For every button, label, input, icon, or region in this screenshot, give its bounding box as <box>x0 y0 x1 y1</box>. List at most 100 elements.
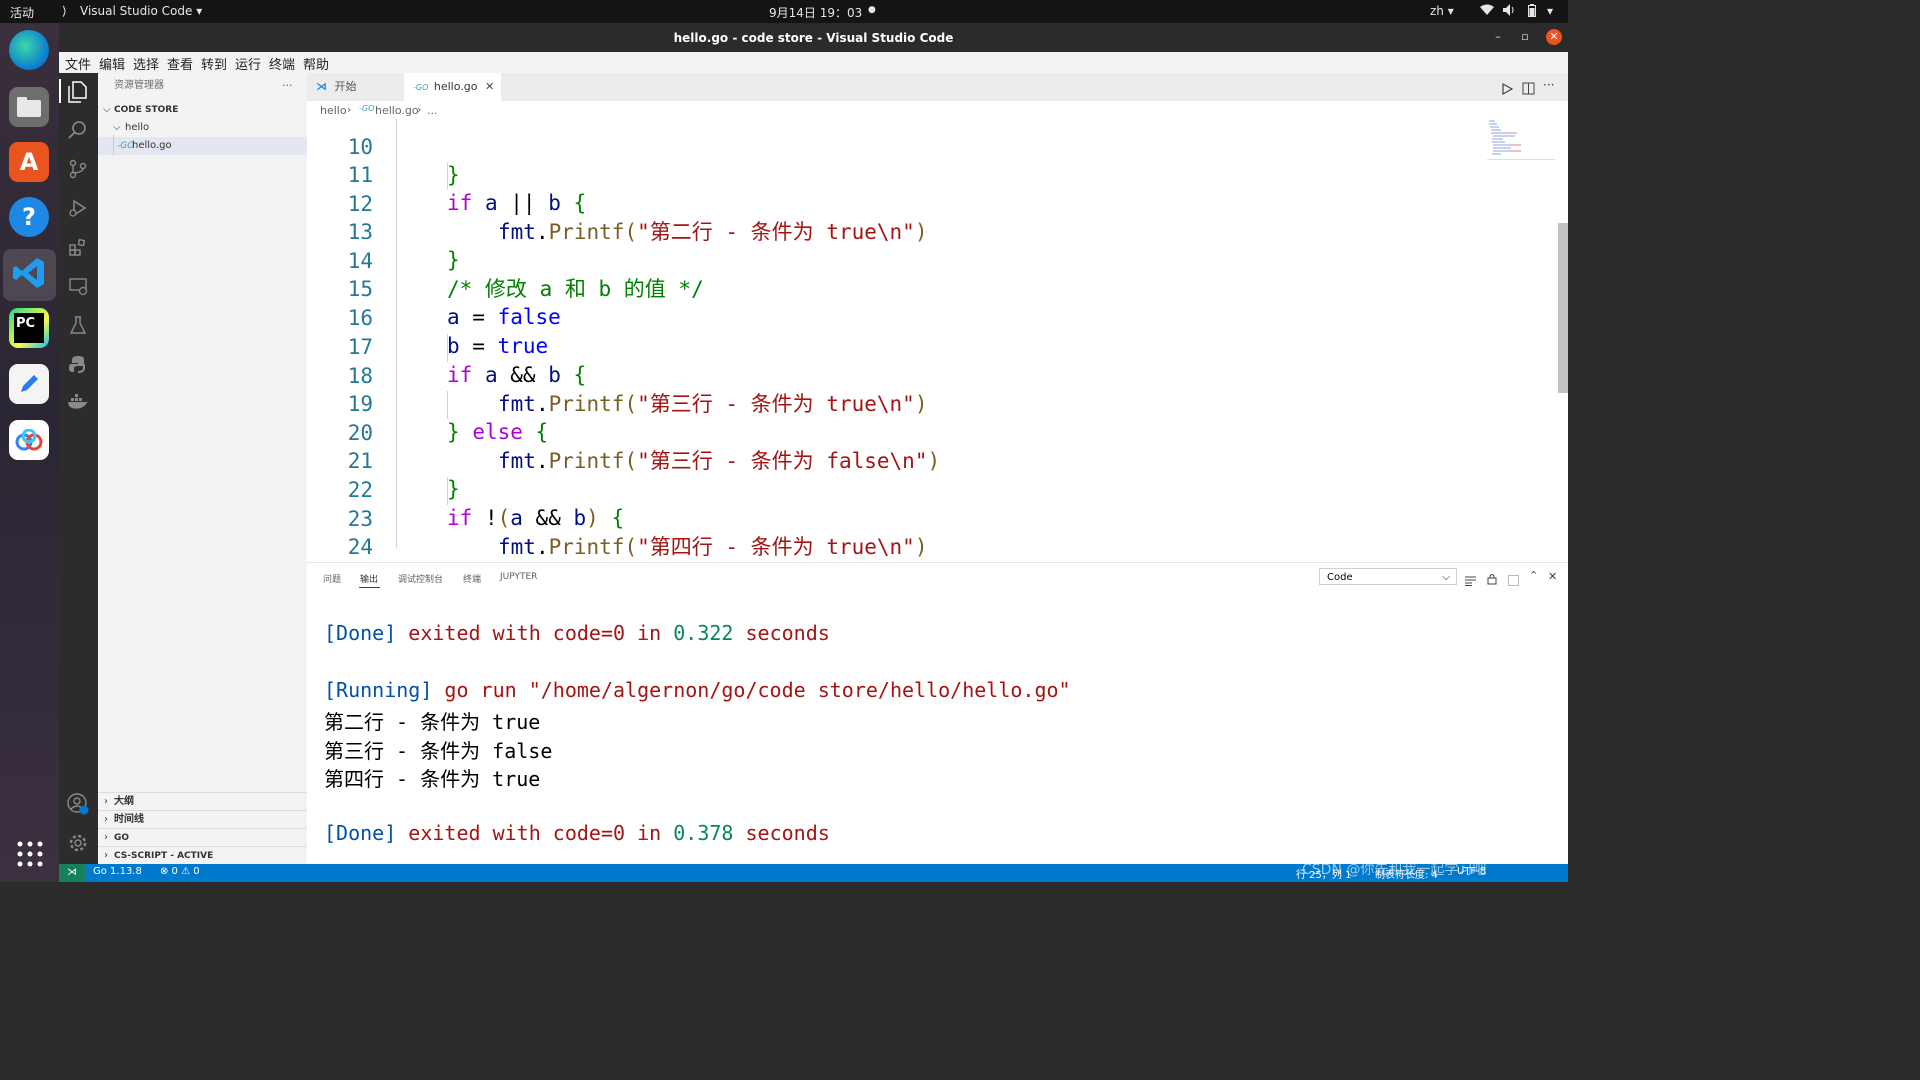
vscode-tab-icon: ⋊ <box>316 80 327 93</box>
menu-edit[interactable]: 编辑 <box>99 54 125 73</box>
output-line: 第三行 - 条件为 false <box>324 739 553 763</box>
split-editor-icon[interactable] <box>1522 80 1535 95</box>
accounts-icon[interactable] <box>67 793 89 815</box>
output-line: [Done] exited with code=0 in 0.322 secon… <box>324 621 830 645</box>
code-line: 22 if !(a && b) { <box>307 448 624 530</box>
docker-icon[interactable] <box>67 393 89 415</box>
ubuntu-dock: A ? PC <box>0 23 59 882</box>
section-label: GO <box>114 833 130 843</box>
menu-go[interactable]: 转到 <box>201 54 227 73</box>
output-text: in <box>637 821 662 845</box>
folder-hello[interactable]: ⌵ hello <box>98 119 307 137</box>
bottom-panel: 问题 输出 调试控制台 终端 JUPYTER Code ⌵ ⌃ ✕ [Done]… <box>307 562 1568 865</box>
close-window-icon[interactable]: ✕ <box>1546 29 1562 45</box>
problems-counter[interactable]: ⊗ 0 ⚠ 0 <box>160 866 200 877</box>
code-line: 20 fmt.Printf("第三行 - 条件为 false\n") <box>307 391 940 473</box>
volume-icon[interactable] <box>1503 4 1516 19</box>
code-editor[interactable]: 10 } 11 if a || b { 12 fmt.Printf("第二行 -… <box>307 119 1568 562</box>
software-center-icon[interactable]: A <box>9 142 49 182</box>
panel-tab-problems[interactable]: 问题 <box>323 572 341 585</box>
output-channel-select[interactable]: Code ⌵ <box>1319 568 1457 585</box>
close-panel-icon[interactable]: ✕ <box>1548 570 1557 583</box>
code-line: 13 } <box>307 190 460 272</box>
breadcrumb-symbol[interactable]: ... <box>427 104 438 117</box>
go-file-icon: -GO <box>359 104 375 113</box>
output-code: code=0 <box>552 821 626 845</box>
tab-hello-go[interactable]: -GO hello.go ✕ <box>404 73 501 101</box>
code-text: if a || b { <box>447 191 587 215</box>
settings-gear-icon[interactable] <box>67 833 89 855</box>
help-icon[interactable]: ? <box>9 197 49 237</box>
pycharm-icon[interactable]: PC <box>9 308 49 348</box>
workspace-root[interactable]: ⌵ CODE STORE <box>98 101 307 119</box>
code-line: 23 fmt.Printf("第四行 - 条件为 true\n") <box>307 477 928 559</box>
tab-welcome[interactable]: ⋊ 开始 <box>307 73 404 101</box>
text-editor-icon[interactable] <box>9 364 49 404</box>
section-cs-script[interactable]: › CS-SCRIPT - ACTIVE <box>98 846 307 865</box>
panel-tab-terminal[interactable]: 终端 <box>463 572 481 585</box>
minimize-icon[interactable]: – <box>1490 29 1506 45</box>
files-icon[interactable] <box>9 87 49 127</box>
search-icon[interactable] <box>67 120 89 142</box>
minimap[interactable] <box>1487 119 1555 160</box>
close-tab-icon[interactable]: ✕ <box>485 73 494 101</box>
clear-output-icon[interactable] <box>1465 571 1476 590</box>
menu-file[interactable]: 文件 <box>65 54 91 73</box>
show-applications-icon[interactable] <box>17 841 43 867</box>
activities-button[interactable]: 活动 <box>10 4 34 21</box>
editor-scrollbar-thumb[interactable] <box>1558 223 1568 393</box>
panel-tab-debug-console[interactable]: 调试控制台 <box>398 572 443 585</box>
remote-indicator-icon[interactable]: ⋊ <box>59 864 85 882</box>
go-version[interactable]: Go 1.13.8 <box>93 866 142 877</box>
panel-tab-jupyter[interactable]: JUPYTER <box>500 572 537 582</box>
clock[interactable]: 9月14日 19：03 <box>769 4 862 21</box>
code-text: } <box>447 477 460 501</box>
vscode-app-icon: ⟩ <box>62 4 67 18</box>
code-text: a = false <box>447 305 561 329</box>
baidu-netdisk-icon[interactable] <box>9 420 49 460</box>
section-go[interactable]: › GO <box>98 828 307 847</box>
menu-view[interactable]: 查看 <box>167 54 193 73</box>
editor-more-actions-icon[interactable]: ··· <box>1543 78 1554 92</box>
breadcrumb-file[interactable]: hello.go <box>375 104 419 117</box>
source-control-icon[interactable] <box>67 159 89 181</box>
lock-scroll-icon[interactable] <box>1487 570 1497 589</box>
testing-flask-icon[interactable] <box>67 315 89 337</box>
battery-icon[interactable] <box>1528 4 1536 20</box>
vscode-dock-icon[interactable] <box>9 253 49 293</box>
status-bar: ⋊ Go 1.13.8 ⊗ 0 ⚠ 0 行 25，列 1 制表符长度: 4 UT… <box>59 862 1568 882</box>
menu-selection[interactable]: 选择 <box>133 54 159 73</box>
input-language-menu[interactable]: zh ▾ <box>1430 4 1454 18</box>
app-menu[interactable]: Visual Studio Code ▾ <box>80 4 202 18</box>
tree-indent-guide <box>113 135 114 155</box>
breadcrumb-folder[interactable]: hello <box>320 104 347 117</box>
explorer-icon[interactable] <box>67 81 89 103</box>
output-channel-value: Code <box>1327 572 1353 583</box>
code-text: b = true <box>447 334 549 358</box>
file-hello-go[interactable]: -GO hello.go <box>98 137 307 155</box>
output-text: seconds <box>745 621 830 645</box>
section-timeline[interactable]: › 时间线 <box>98 810 307 829</box>
watermark: CSDN @你先和我一起学习吧 <box>1302 862 1487 878</box>
more-actions-icon[interactable]: ··· <box>282 79 293 92</box>
run-code-icon[interactable] <box>1501 80 1514 96</box>
extensions-icon[interactable] <box>67 237 89 259</box>
menu-terminal[interactable]: 终端 <box>269 54 295 73</box>
maximize-icon[interactable]: ▫ <box>1517 29 1533 45</box>
python-icon[interactable] <box>67 354 89 376</box>
indent-guide <box>447 391 448 419</box>
edge-browser-icon[interactable] <box>9 30 49 70</box>
code-line: 18 fmt.Printf("第三行 - 条件为 true\n") <box>307 334 928 416</box>
menu-bar: 文件 编辑 选择 查看 转到 运行 终端 帮助 <box>59 52 1568 73</box>
remote-explorer-icon[interactable] <box>67 276 89 298</box>
maximize-panel-icon[interactable]: ⌃ <box>1529 569 1538 582</box>
menu-help[interactable]: 帮助 <box>303 54 329 73</box>
section-outline[interactable]: › 大纲 <box>98 792 307 811</box>
system-menu-chevron-icon[interactable]: ▾ <box>1547 4 1553 18</box>
open-in-editor-icon[interactable] <box>1508 571 1519 590</box>
output-text: in <box>637 621 662 645</box>
run-debug-icon[interactable] <box>67 198 89 220</box>
panel-tab-output[interactable]: 输出 <box>360 572 378 585</box>
wifi-icon[interactable] <box>1480 4 1494 19</box>
menu-run[interactable]: 运行 <box>235 54 261 73</box>
